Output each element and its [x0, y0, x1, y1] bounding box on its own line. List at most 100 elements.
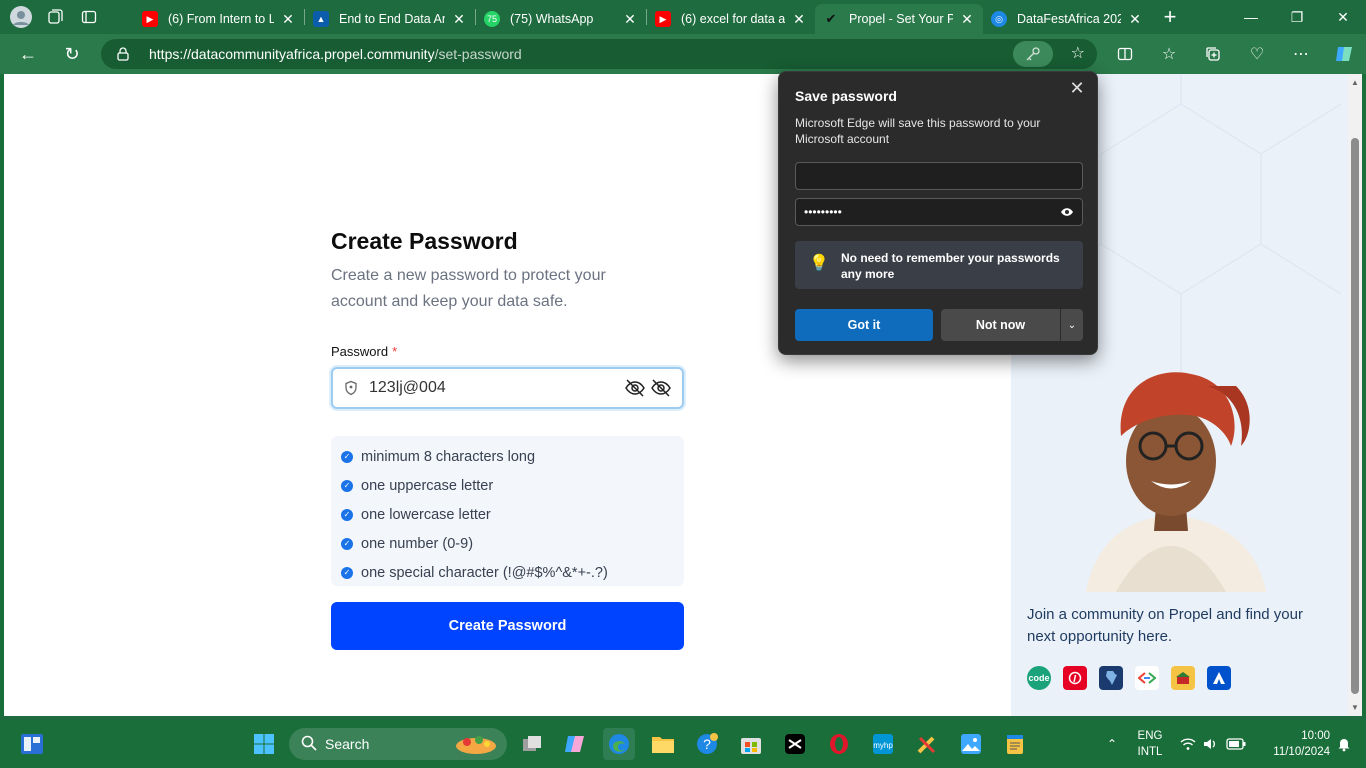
show-password-icon[interactable]	[1060, 205, 1074, 222]
language-indicator[interactable]: ENG INTL	[1133, 728, 1167, 760]
help-icon[interactable]: ?	[691, 728, 723, 760]
myhp-icon[interactable]: myhp	[867, 728, 899, 760]
edge-reveal-password-icon[interactable]	[650, 377, 672, 399]
notepad-icon[interactable]	[999, 728, 1031, 760]
scrollbar-thumb[interactable]	[1351, 138, 1359, 694]
notifications-bell-icon[interactable]	[1328, 728, 1360, 760]
close-tab-icon[interactable]: ✕	[280, 11, 296, 28]
split-screen-icon[interactable]	[1103, 34, 1147, 74]
tab-bar: ▶ (6) From Intern to Le ✕ ▲ End to End D…	[0, 0, 1366, 34]
browser-tab-active[interactable]: ✔ Propel - Set Your Pa ✕	[815, 4, 983, 34]
close-tab-icon[interactable]: ✕	[622, 11, 638, 28]
browser-tab[interactable]: 75 (75) WhatsApp ✕	[476, 4, 646, 34]
edge-taskbar-icon[interactable]	[603, 728, 635, 760]
file-explorer-icon[interactable]	[647, 728, 679, 760]
clock-time: 10:00	[1301, 730, 1330, 742]
browser-essentials-icon[interactable]: ♡	[1235, 34, 1279, 74]
password-requirements: ✓ minimum 8 characters long ✓ one uppercas…	[331, 436, 684, 586]
propel-icon: ✔	[825, 11, 837, 26]
lock-icon[interactable]	[117, 47, 131, 61]
whatsapp-icon: 75	[484, 11, 500, 27]
url-host: https://datacommunityafrica.propel.commu…	[149, 46, 435, 62]
tools-icon[interactable]	[911, 728, 943, 760]
taskbar: Search ? myhp ⌃ ENG INTL 10:00 11/10/202…	[0, 720, 1366, 768]
create-password-button[interactable]: Create Password	[331, 602, 684, 650]
battery-icon[interactable]	[1220, 728, 1252, 760]
new-tab-icon[interactable]: +	[1153, 0, 1187, 34]
close-icon[interactable]: ✕	[1067, 78, 1087, 98]
page-scrollbar[interactable]: ▲ ▼	[1348, 74, 1362, 716]
saved-password-field[interactable]: •••••••••	[795, 198, 1083, 226]
search-icon	[301, 735, 317, 754]
favorite-star-icon[interactable]: ☆	[1071, 43, 1085, 63]
restore-icon[interactable]: ❐	[1274, 0, 1320, 34]
close-window-icon[interactable]: ✕	[1320, 0, 1366, 34]
task-view-icon[interactable]	[516, 728, 548, 760]
copilot-icon[interactable]	[1322, 34, 1366, 74]
store-icon[interactable]	[735, 728, 767, 760]
favorites-icon[interactable]: ☆	[1147, 34, 1191, 74]
partner-logo-code: code	[1027, 666, 1051, 690]
hide-password-icon[interactable]	[624, 377, 646, 399]
close-tab-icon[interactable]: ✕	[791, 11, 807, 28]
collections-icon[interactable]	[1191, 34, 1235, 74]
lightbulb-icon: 💡	[809, 255, 829, 272]
windows-start-icon[interactable]	[248, 728, 280, 760]
back-icon[interactable]: ←	[10, 36, 46, 72]
close-tab-icon[interactable]: ✕	[959, 11, 975, 28]
check-icon: ✓	[341, 479, 353, 492]
dialog-description: Microsoft Edge will save this password t…	[795, 116, 1041, 146]
url-text[interactable]: https://datacommunityafrica.propel.commu…	[149, 46, 522, 62]
photos-icon[interactable]	[955, 728, 987, 760]
tab-title: Propel - Set Your Pa	[849, 12, 953, 26]
refresh-icon[interactable]: ↻	[54, 36, 90, 72]
password-mask[interactable]: •••••••••	[804, 205, 842, 219]
copilot-taskbar-icon[interactable]	[559, 728, 591, 760]
capcut-icon[interactable]	[779, 728, 811, 760]
shield-icon	[345, 380, 357, 396]
profile-avatar-icon[interactable]	[4, 0, 38, 34]
partner-logo-pinterest-icon	[1063, 666, 1087, 690]
show-hidden-icons-icon[interactable]: ⌃	[1096, 728, 1128, 760]
not-now-button[interactable]: Not now	[941, 309, 1060, 341]
widgets-icon[interactable]	[16, 728, 48, 760]
required-mark: *	[392, 344, 398, 359]
youtube-icon: ▶	[142, 11, 158, 27]
tab-actions-icon[interactable]	[72, 0, 106, 34]
close-tab-icon[interactable]: ✕	[1127, 11, 1143, 28]
chevron-down-icon[interactable]: ⌄	[1061, 309, 1083, 341]
tip-text: No need to remember your passwords any m…	[841, 251, 1060, 281]
close-tab-icon[interactable]: ✕	[451, 11, 467, 28]
requirement-item: ✓ one lowercase letter	[341, 500, 674, 529]
scroll-up-icon[interactable]: ▲	[1351, 78, 1359, 87]
tab-title: End to End Data Ana	[339, 12, 445, 26]
got-it-button[interactable]: Got it	[795, 309, 933, 341]
browser-tab[interactable]: ▲ End to End Data Ana ✕	[305, 4, 475, 34]
requirement-item: ✓ one special character (!@#$%^&*+-.?)	[341, 558, 674, 587]
scroll-down-icon[interactable]: ▼	[1351, 703, 1359, 712]
password-value[interactable]: 123lj@004	[369, 379, 624, 397]
password-field[interactable]: 123lj@004	[331, 367, 684, 409]
requirement-text: minimum 8 characters long	[361, 448, 536, 465]
community-tagline: Join a community on Propel and find your…	[1027, 606, 1303, 645]
address-bar[interactable]: https://datacommunityafrica.propel.commu…	[101, 39, 1097, 69]
password-tip: 💡 No need to remember your passwords any…	[795, 241, 1083, 289]
taskbar-search[interactable]: Search	[289, 728, 507, 760]
browser-tab[interactable]: ◎ DataFestAfrica 2024 ✕	[983, 4, 1151, 34]
search-label: Search	[325, 736, 370, 752]
workspaces-icon[interactable]	[38, 0, 72, 34]
requirement-item: ✓ one number (0-9)	[341, 529, 674, 558]
youtube-icon: ▶	[655, 11, 671, 27]
address-toolbar: ← ↻ https://datacommunityafrica.propel.c…	[0, 34, 1366, 74]
requirement-text: one lowercase letter	[361, 506, 491, 523]
browser-tab[interactable]: ▶ (6) From Intern to Le ✕	[134, 4, 304, 34]
username-field[interactable]	[795, 162, 1083, 190]
url-path: /set-password	[434, 46, 522, 62]
password-key-icon[interactable]	[1013, 41, 1053, 67]
opera-icon[interactable]	[823, 728, 855, 760]
tab-title: (6) excel for data ana	[681, 12, 785, 26]
minimize-icon[interactable]: —	[1228, 0, 1274, 34]
clock[interactable]: 10:00 11/10/2024	[1256, 728, 1330, 760]
more-menu-icon[interactable]: ⋯	[1279, 34, 1323, 74]
browser-tab[interactable]: ▶ (6) excel for data ana ✕	[647, 4, 815, 34]
